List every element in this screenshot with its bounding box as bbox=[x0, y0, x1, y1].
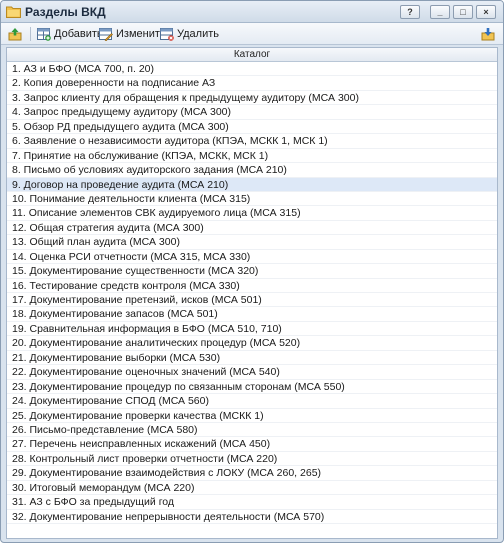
table-row[interactable]: 4. Запрос предыдущему аудитору (МСА 300) bbox=[7, 105, 497, 120]
toolbar: Добавить Изменить Удалить bbox=[1, 23, 503, 45]
table-row[interactable]: 11. Описание элементов СВК аудируемого л… bbox=[7, 206, 497, 221]
help-button[interactable]: ? bbox=[400, 5, 420, 19]
table-row[interactable]: 25. Документирование проверки качества (… bbox=[7, 409, 497, 423]
table-row[interactable]: 31. АЗ с БФО за предыдущий год bbox=[7, 495, 497, 510]
table-row[interactable]: 19. Сравнительная информация в БФО (МСА … bbox=[7, 322, 497, 337]
delete-table-icon bbox=[160, 28, 174, 41]
export-icon bbox=[8, 28, 22, 41]
table-row[interactable]: 7. Принятие на обслуживание (КПЭА, МСКК,… bbox=[7, 149, 497, 164]
title-bar[interactable]: Разделы ВКД ? _ □ × bbox=[1, 1, 503, 23]
table-row[interactable]: 30. Итоговый меморандум (МСА 220) bbox=[7, 481, 497, 496]
table-row[interactable]: 10. Понимание деятельности клиента (МСА … bbox=[7, 192, 497, 207]
maximize-button[interactable]: □ bbox=[453, 5, 473, 19]
table-row[interactable]: 18. Документирование запасов (МСА 501) bbox=[7, 307, 497, 322]
table-row[interactable]: 22. Документирование оценочных значений … bbox=[7, 365, 497, 380]
table-row[interactable]: 5. Обзор РД предыдущего аудита (МСА 300) bbox=[7, 120, 497, 135]
delete-button[interactable]: Удалить bbox=[160, 26, 219, 42]
table-row[interactable]: 21. Документирование выборки (МСА 530) bbox=[7, 351, 497, 366]
import-icon bbox=[481, 28, 495, 41]
table-row[interactable]: 29. Документирование взаимодействия с ЛО… bbox=[7, 466, 497, 481]
table-row[interactable]: 8. Письмо об условиях аудиторского задан… bbox=[7, 163, 497, 178]
edit-label: Изменить bbox=[116, 28, 166, 40]
catalog-rows: 1. АЗ и БФО (МСА 700, п. 20) 2. Копия дов… bbox=[7, 62, 497, 524]
add-label: Добавить bbox=[54, 28, 103, 40]
table-row[interactable]: 28. Контрольный лист проверки отчетности… bbox=[7, 452, 497, 467]
add-table-icon bbox=[37, 28, 51, 41]
table-row[interactable]: 20. Документирование аналитических проце… bbox=[7, 336, 497, 351]
toolbar-separator bbox=[30, 27, 31, 41]
import-button[interactable] bbox=[481, 26, 495, 42]
delete-label: Удалить bbox=[177, 28, 219, 40]
table-row[interactable]: 3. Запрос клиенту для обращения к предыд… bbox=[7, 91, 497, 106]
export-button[interactable] bbox=[8, 26, 22, 42]
table-row[interactable]: 26. Письмо-представление (МСА 580) bbox=[7, 423, 497, 438]
table-row[interactable]: 13. Общий план аудита (МСА 300) bbox=[7, 235, 497, 250]
folder-icon bbox=[6, 6, 21, 18]
table-row[interactable]: 12. Общая стратегия аудита (МСА 300) bbox=[7, 221, 497, 236]
table-row[interactable]: 17. Документирование претензий, исков (М… bbox=[7, 293, 497, 308]
table-row[interactable]: 2. Копия доверенности на подписание АЗ bbox=[7, 76, 497, 91]
minimize-button[interactable]: _ bbox=[430, 5, 450, 19]
table-row[interactable]: 1. АЗ и БФО (МСА 700, п. 20) bbox=[7, 62, 497, 77]
table-row[interactable]: 6. Заявление о независимости аудитора (К… bbox=[7, 134, 497, 149]
table-row[interactable]: 32. Документирование непрерывности деяте… bbox=[7, 510, 497, 524]
window-title: Разделы ВКД bbox=[25, 5, 106, 19]
table-row[interactable]: 14. Оценка РСИ отчетности (МСА 315, МСА … bbox=[7, 250, 497, 265]
table-row[interactable]: 27. Перечень неисправленных искажений (М… bbox=[7, 437, 497, 452]
table-row[interactable]: 9. Договор на проведение аудита (МСА 210… bbox=[7, 177, 497, 192]
column-header-catalog[interactable]: Каталог bbox=[7, 48, 497, 62]
table-row[interactable]: 23. Документирование процедур по связанн… bbox=[7, 380, 497, 395]
table-row[interactable]: 24. Документирование СПОД (МСА 560) bbox=[7, 394, 497, 409]
close-button[interactable]: × bbox=[476, 5, 496, 19]
add-button[interactable]: Добавить bbox=[37, 26, 103, 42]
catalog-grid[interactable]: Каталог 1. АЗ и БФО (МСА 700, п. 20) 2. К… bbox=[6, 47, 498, 539]
edit-table-icon bbox=[99, 28, 113, 41]
window: Разделы ВКД ? _ □ × Добавить Изменить Уд… bbox=[0, 0, 504, 543]
table-row[interactable]: 15. Документирование существенности (МСА… bbox=[7, 264, 497, 279]
table-row[interactable]: 16. Тестирование средств контроля (МСА 3… bbox=[7, 279, 497, 293]
edit-button[interactable]: Изменить bbox=[99, 26, 166, 42]
